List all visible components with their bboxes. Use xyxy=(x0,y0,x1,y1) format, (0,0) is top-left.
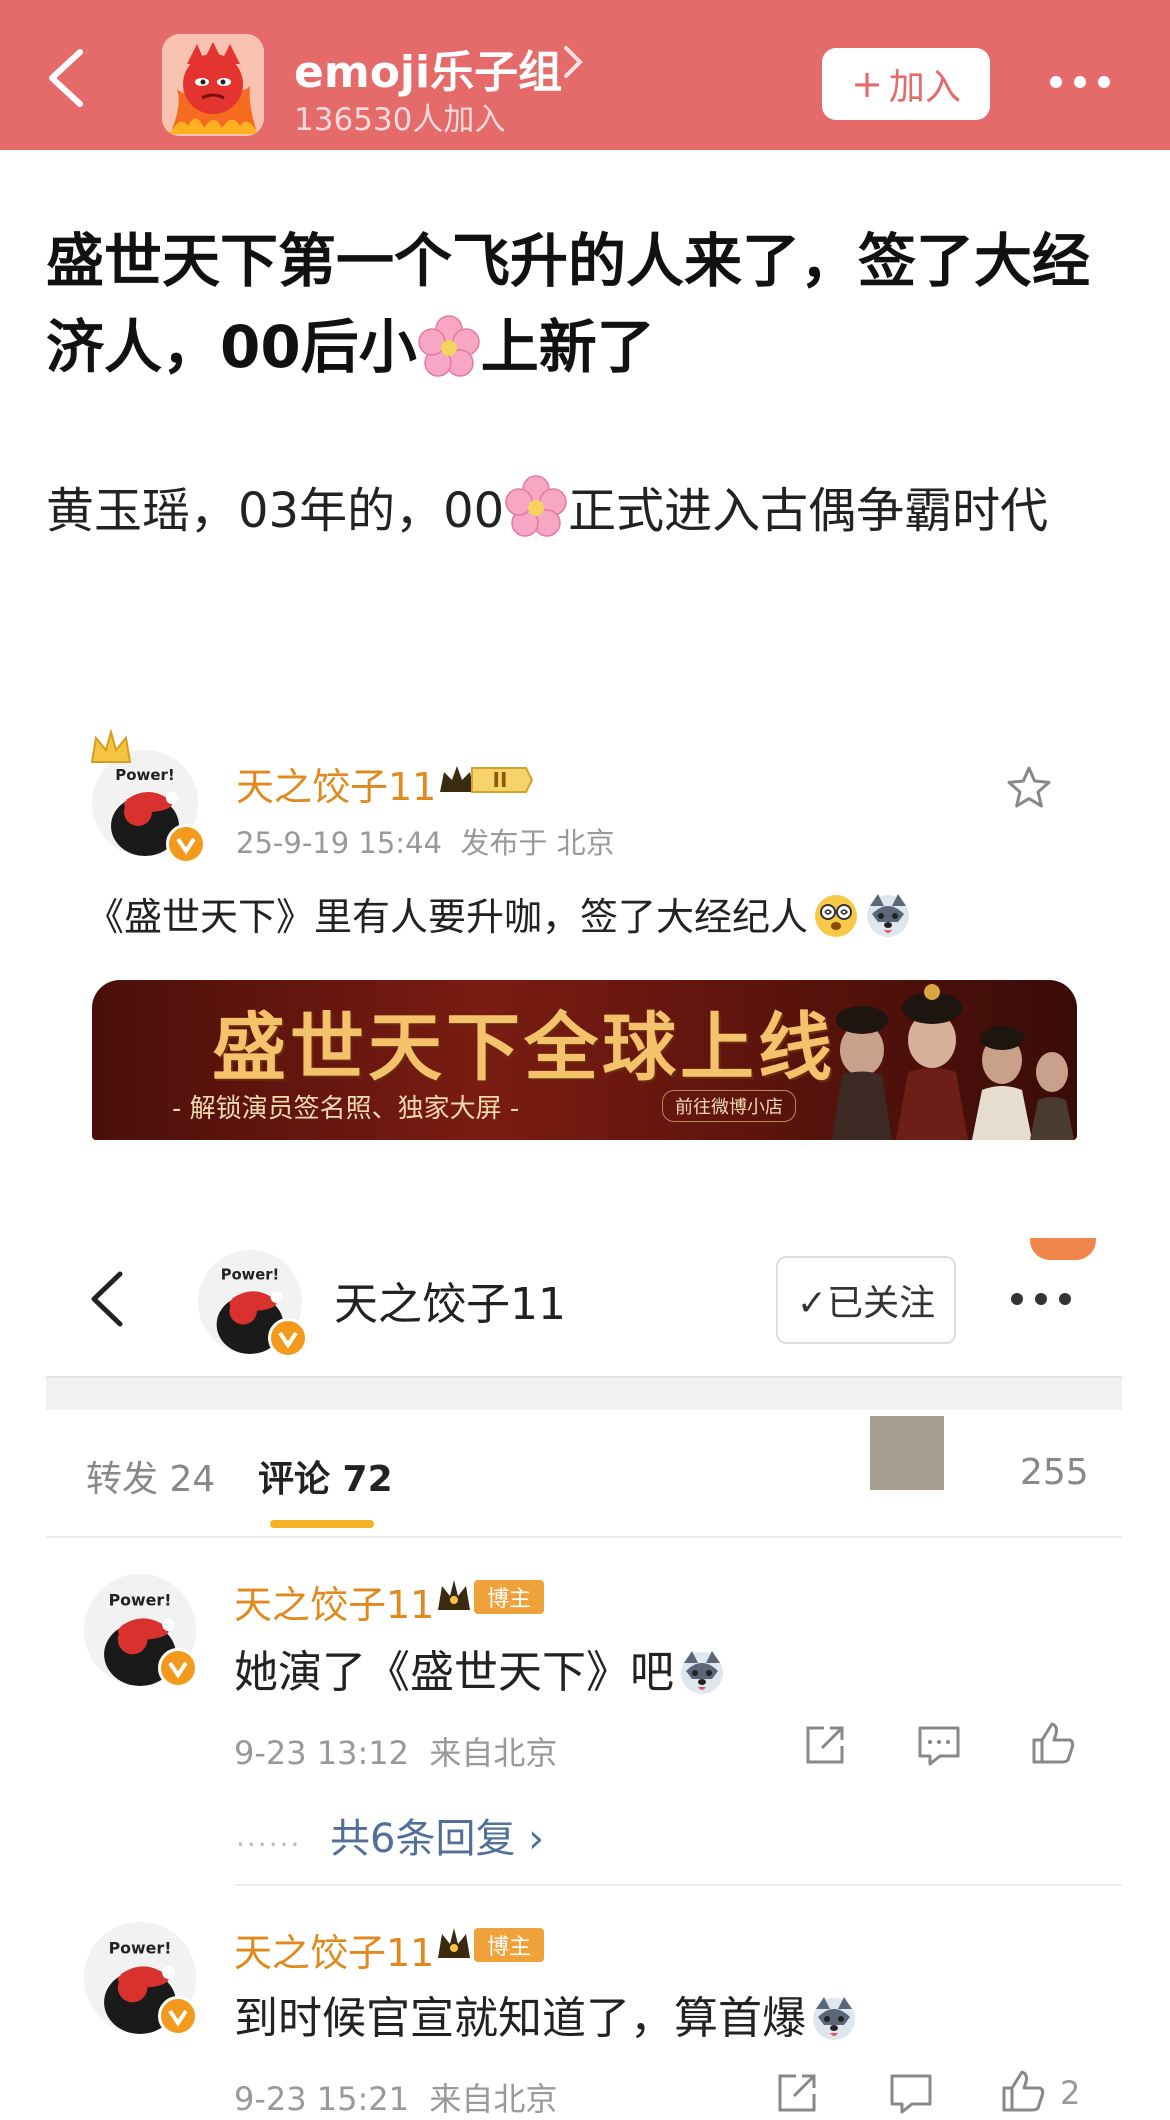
comment-meta: 9-23 15:21 来自北京 xyxy=(234,2074,557,2120)
profile-name[interactable]: 天之饺子11 xyxy=(334,1268,566,1332)
section-divider xyxy=(46,1376,1122,1410)
group-name[interactable]: emoji乐子组 xyxy=(294,36,562,100)
level-text: II xyxy=(493,768,508,792)
banner-subtitle: - 解锁演员签名照、独家大屏 - xyxy=(172,1094,520,1124)
post-body: 黄玉瑶，03年的，00 正式进入古偶争霸时代 xyxy=(46,464,1126,558)
banner-shop-link[interactable]: 前往微博小店 xyxy=(662,1090,796,1122)
verified-icon xyxy=(268,1318,308,1358)
post-title-end: 上新了 xyxy=(480,313,655,381)
card-location: 发布于 北京 xyxy=(460,826,615,860)
group-header: emoji乐子组 136530人加入 + 加入 xyxy=(0,0,1170,150)
red-monster-icon xyxy=(162,34,264,136)
crown-icon xyxy=(90,728,132,763)
back-icon[interactable] xyxy=(86,1268,126,1330)
avatar-caption: Power! xyxy=(109,1939,172,1958)
cast-figures-image xyxy=(832,984,1074,1140)
post-body-text: 黄玉瑶，03年的，00 xyxy=(46,483,505,539)
back-icon[interactable] xyxy=(40,46,94,110)
comment-location: 来自北京 xyxy=(429,2080,558,2118)
comment-author[interactable]: 天之饺子11 xyxy=(234,1574,434,1629)
more-icon[interactable] xyxy=(1008,1290,1074,1308)
verified-icon xyxy=(158,1996,198,2036)
husky-face-icon xyxy=(681,1651,723,1694)
comment-icon[interactable] xyxy=(888,2070,934,2116)
dizzy-face-icon xyxy=(815,895,858,937)
comment-text-content: 到时候官宣就知道了，算首爆 xyxy=(234,1993,806,2044)
tab-repost[interactable]: 转发 24 xyxy=(86,1450,215,1502)
tab-comment[interactable]: 评论 72 xyxy=(258,1450,393,1502)
like-icon[interactable] xyxy=(1000,2068,1046,2114)
comment-divider xyxy=(234,1884,1122,1886)
avatar-caption: Power! xyxy=(115,766,175,784)
blogger-tag: 博主 xyxy=(474,1580,544,1614)
banner-title: 盛世天下全球上线 xyxy=(212,1005,836,1091)
comment-author[interactable]: 天之饺子11 xyxy=(234,1922,434,1977)
active-tab-indicator xyxy=(270,1520,374,1528)
comment-text: 到时候官宣就知道了，算首爆 xyxy=(234,1982,858,2046)
star-icon[interactable] xyxy=(1006,764,1052,810)
join-button[interactable]: + 加入 xyxy=(822,48,990,120)
like-count: 2 xyxy=(1060,2074,1081,2112)
avatar-caption: Power! xyxy=(109,1591,172,1610)
avatar-caption: Power! xyxy=(221,1266,279,1283)
verified-icon xyxy=(158,1648,198,1688)
share-icon[interactable] xyxy=(774,2070,820,2116)
comment-text: 她演了《盛世天下》吧 xyxy=(234,1636,726,1700)
card-time: 25-9-19 15:44 xyxy=(236,826,442,860)
card-text-content: 《盛世天下》里有人要升咖，签了大经纪人 xyxy=(86,895,809,939)
comment-time: 9-23 15:21 xyxy=(234,2080,410,2118)
card-text: 《盛世天下》里有人要升咖，签了大经纪人 xyxy=(86,886,912,941)
group-member-count: 136530人加入 xyxy=(294,102,506,138)
comment-location: 来自北京 xyxy=(429,1734,558,1772)
cherry-blossom-icon xyxy=(505,475,567,537)
reply-dots: ······ xyxy=(236,1828,302,1861)
group-avatar[interactable] xyxy=(162,34,264,136)
crown-icon xyxy=(438,1580,470,1610)
join-label: 加入 xyxy=(888,67,961,108)
level-badge-icon: II xyxy=(440,766,534,793)
cherry-blossom-icon xyxy=(417,315,480,377)
chevron-right-icon[interactable] xyxy=(562,44,584,80)
verified-icon xyxy=(166,824,206,864)
crown-icon xyxy=(438,1928,470,1958)
share-icon[interactable] xyxy=(802,1722,848,1768)
husky-face-icon xyxy=(867,894,910,937)
floating-tab-edge xyxy=(1030,1238,1096,1260)
comment-text-content: 她演了《盛世天下》吧 xyxy=(234,1647,674,1698)
tabs-divider xyxy=(46,1536,1122,1538)
comment-meta: 9-23 13:12 来自北京 xyxy=(234,1728,557,1774)
comment-icon[interactable] xyxy=(916,1722,962,1768)
comment-time: 9-23 13:12 xyxy=(234,1734,410,1772)
card-timestamp: 25-9-19 15:44 发布于 北京 xyxy=(236,820,615,862)
like-icon[interactable] xyxy=(1030,1720,1076,1766)
blogger-tag: 博主 xyxy=(474,1928,544,1962)
following-button[interactable]: ✓已关注 xyxy=(776,1256,956,1344)
card-author-name[interactable]: 天之饺子11 xyxy=(236,756,436,811)
view-replies-link[interactable]: 共6条回复 › xyxy=(330,1806,544,1864)
plus-icon: + xyxy=(851,62,883,106)
more-icon[interactable] xyxy=(1048,72,1112,92)
husky-face-icon xyxy=(813,1997,855,2040)
tab-likes[interactable]: 255 xyxy=(1020,1452,1089,1493)
promo-banner[interactable]: 盛世天下全球上线 - 解锁演员签名照、独家大屏 - 前往微博小店 xyxy=(92,980,1077,1140)
post-title: 盛世天下第一个飞升的人来了，签了大经济人，00后小 上新了 xyxy=(46,218,1126,390)
image-thumbnail xyxy=(870,1416,944,1490)
post-body-end: 正式进入古偶争霸时代 xyxy=(568,483,1049,539)
